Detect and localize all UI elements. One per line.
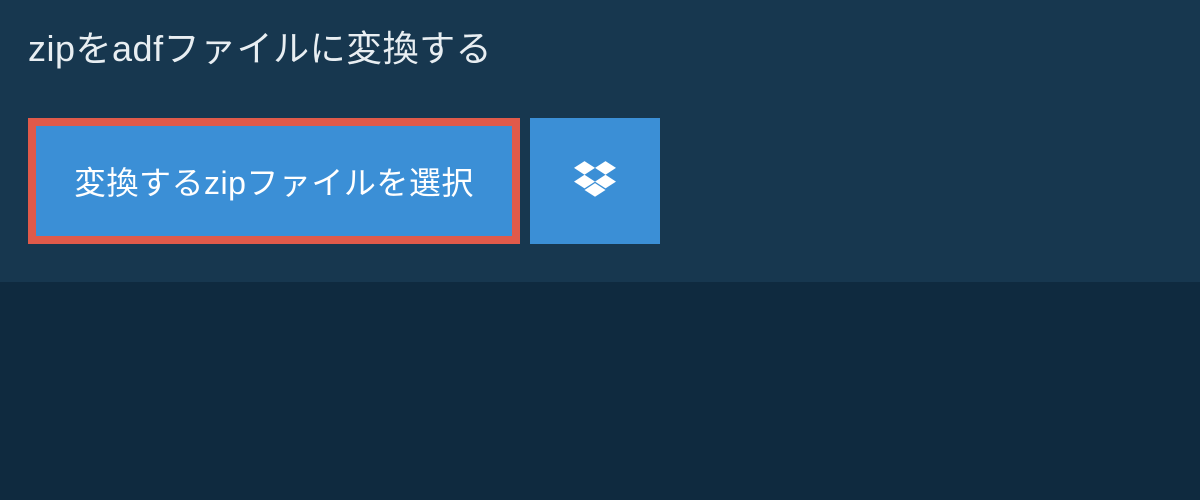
select-file-button-label: 変換するzipファイルを選択	[74, 158, 474, 204]
converter-panel: zipをadfファイルに変換する 変換するzipファイルを選択	[0, 0, 1200, 282]
select-file-button[interactable]: 変換するzipファイルを選択	[28, 118, 520, 244]
dropbox-button[interactable]	[530, 118, 660, 244]
page-title: zipをadfファイルに変換する	[28, 20, 492, 72]
dropbox-icon	[574, 161, 616, 202]
heading-bar: zipをadfファイルに変換する	[0, 0, 520, 90]
button-row: 変換するzipファイルを選択	[0, 90, 1200, 282]
